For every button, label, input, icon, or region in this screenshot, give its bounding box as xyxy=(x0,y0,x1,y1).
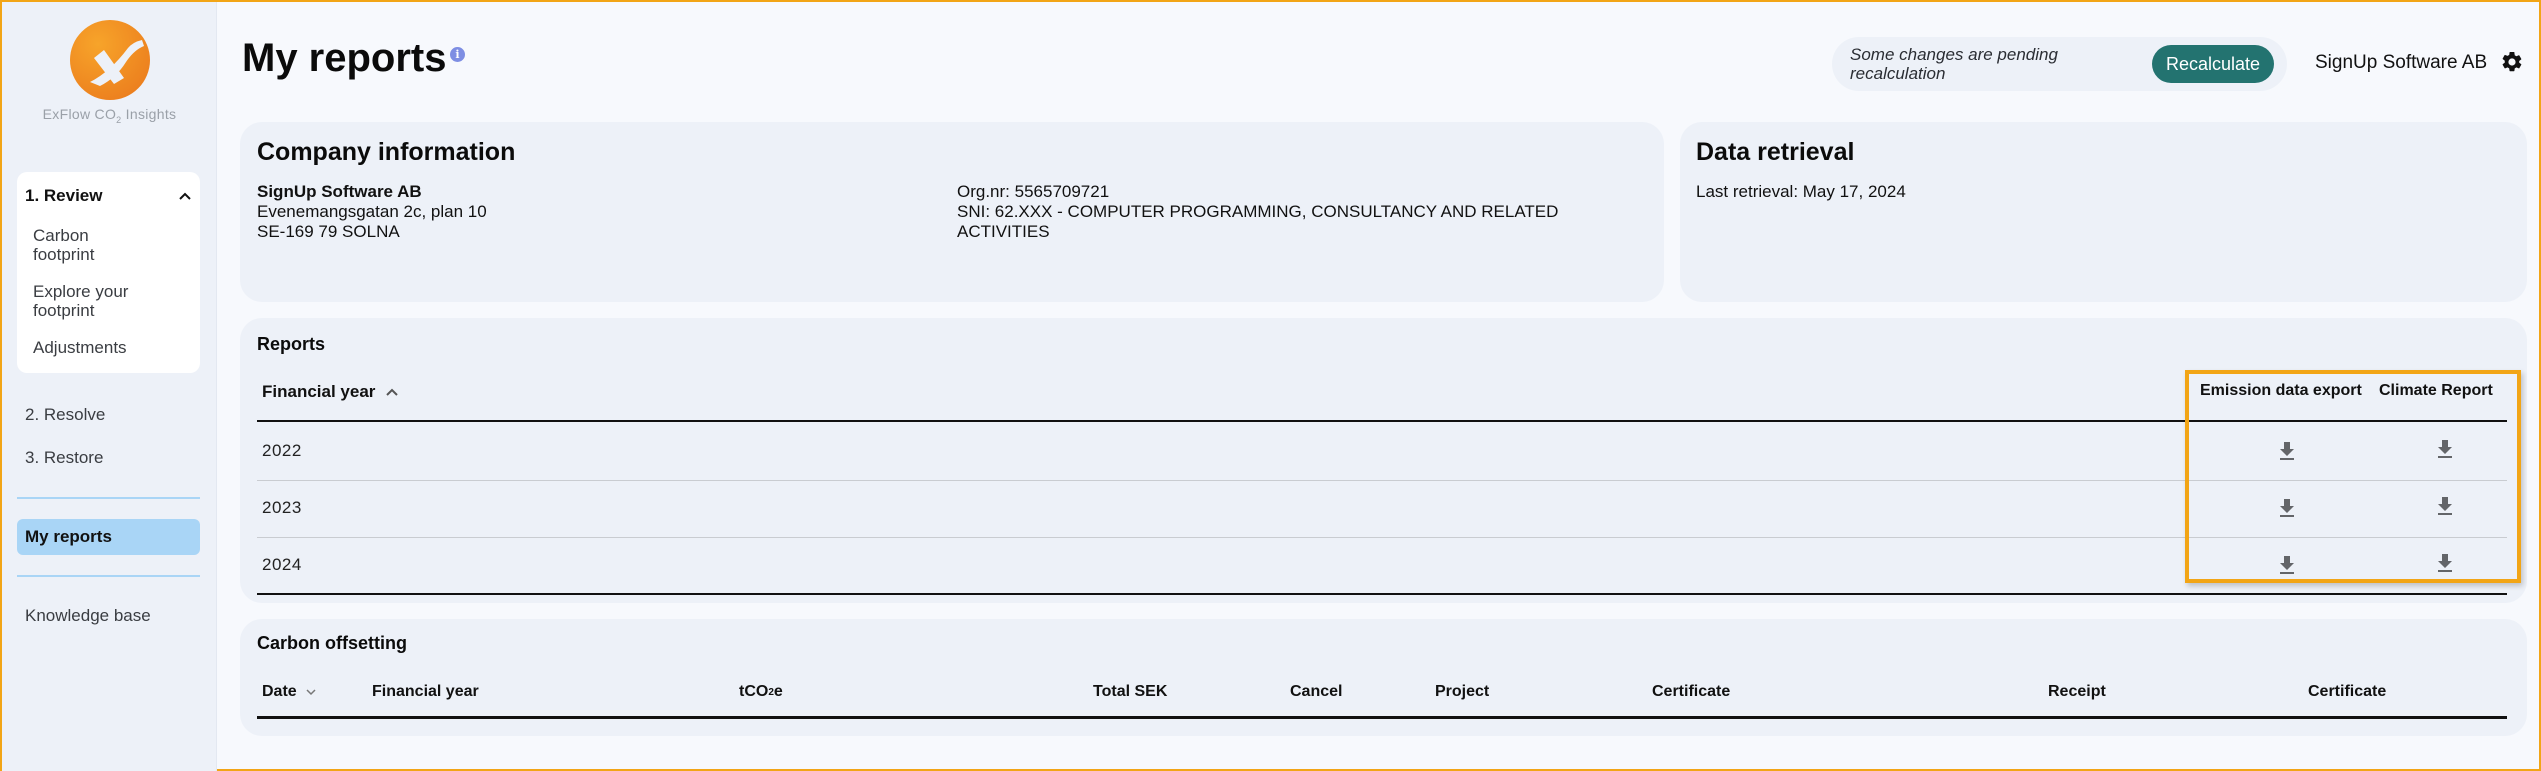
exflow-logo-icon xyxy=(69,20,150,100)
company-information-card: Company information SignUp Software AB E… xyxy=(240,122,1664,302)
chevron-up-icon xyxy=(179,192,191,200)
financial-year-cell: 2024 xyxy=(262,555,302,574)
address-line-2: SE-169 79 SOLNA xyxy=(257,222,400,241)
column-header-certificate: Certificate xyxy=(1652,683,1731,700)
data-retrieval-title: Data retrieval xyxy=(1696,138,1855,166)
download-icon[interactable] xyxy=(2277,554,2297,576)
column-header-project: Project xyxy=(1435,683,1490,700)
pending-recalculation-banner: Some changes are pending recalculation R… xyxy=(1832,37,2287,91)
financial-year-cell: 2022 xyxy=(262,441,302,460)
sidebar-item-carbon-footprint[interactable]: Carbon footprint xyxy=(25,220,135,270)
column-header-cancel: Cancel xyxy=(1290,683,1343,700)
page-title: My reports xyxy=(242,36,447,80)
nav-group-label: 1. Review xyxy=(25,186,103,205)
last-retrieval: Last retrieval: May 17, 2024 xyxy=(1696,182,1906,201)
nav-group-review-toggle[interactable]: 1. Review xyxy=(25,180,192,220)
column-header-financial-year: Financial year xyxy=(372,683,479,700)
download-icon[interactable] xyxy=(2277,497,2297,519)
download-icon[interactable] xyxy=(2277,440,2297,462)
org-number: Org.nr: 5565709721 xyxy=(957,182,1110,201)
column-header-climate-report: Climate Report xyxy=(2379,382,2493,399)
data-retrieval-card: Data retrieval Last retrieval: May 17, 2… xyxy=(1680,122,2527,302)
carbon-offsetting-table-header: Date Financial year tCO 2 e Total SEK Canc… xyxy=(257,683,2507,719)
nav-divider xyxy=(17,575,200,577)
company-information-title: Company information xyxy=(257,138,516,166)
company-name: SignUp Software AB xyxy=(257,182,422,201)
address-line-1: Evenemangsgatan 2c, plan 10 xyxy=(257,202,487,221)
carbon-offsetting-card: Carbon offsetting Date Financial year tC… xyxy=(240,619,2527,736)
table-row: 2023 xyxy=(257,481,2507,538)
sidebar-item-resolve[interactable]: 2. Resolve xyxy=(25,405,105,425)
column-header-label: Financial year xyxy=(262,382,376,401)
sidebar-item-knowledge-base[interactable]: Knowledge base xyxy=(25,606,151,626)
column-header-tco2e: tCO 2 e xyxy=(739,683,783,700)
gear-icon[interactable] xyxy=(2500,50,2524,74)
sidebar-item-restore[interactable]: 3. Restore xyxy=(25,448,103,468)
download-icon[interactable] xyxy=(2435,554,2455,576)
carbon-offsetting-title: Carbon offsetting xyxy=(257,633,407,653)
app-logo[interactable]: ExFlow CO2 Insights xyxy=(2,20,217,125)
company-registration: Org.nr: 5565709721 SNI: 62.XXX - COMPUTE… xyxy=(957,182,1617,242)
sidebar: ExFlow CO2 Insights 1. Review Carbon foo… xyxy=(2,2,217,771)
sni-code: SNI: 62.XXX - COMPUTER PROGRAMMING, CONS… xyxy=(957,202,1559,241)
pending-text: Some changes are pending recalculation xyxy=(1850,45,2058,83)
company-address: SignUp Software AB Evenemangsgatan 2c, p… xyxy=(257,182,487,242)
recalculate-button[interactable]: Recalculate xyxy=(2152,45,2274,83)
column-header-emission-data-export: Emission data export xyxy=(2200,382,2362,399)
table-row: 2022 xyxy=(257,424,2507,481)
nav-group-review: 1. Review Carbon footprint Explore your … xyxy=(17,172,200,373)
reports-card: Reports Financial year Emission data exp… xyxy=(240,318,2527,603)
app-name: ExFlow CO2 Insights xyxy=(42,106,177,125)
reports-table-header: Financial year Emission data export Clim… xyxy=(257,382,2507,422)
column-header-label: Date xyxy=(262,683,297,700)
company-selector[interactable]: SignUp Software AB xyxy=(2315,52,2487,74)
info-icon[interactable]: i xyxy=(450,47,465,62)
reports-title: Reports xyxy=(257,334,326,354)
nav-divider xyxy=(17,497,200,499)
download-icon[interactable] xyxy=(2435,440,2455,462)
sidebar-item-adjustments[interactable]: Adjustments xyxy=(25,332,192,363)
sort-ascending-icon xyxy=(386,388,399,396)
financial-year-cell: 2023 xyxy=(262,498,302,517)
sidebar-item-explore-footprint[interactable]: Explore your footprint xyxy=(25,276,155,326)
column-header-date[interactable]: Date xyxy=(262,683,317,701)
sort-descending-icon xyxy=(306,689,316,696)
column-header-financial-year[interactable]: Financial year xyxy=(262,382,399,402)
column-header-certificate-2: Certificate xyxy=(2308,683,2387,700)
column-header-total-sek: Total SEK xyxy=(1093,683,1168,700)
download-icon[interactable] xyxy=(2435,497,2455,519)
column-header-receipt: Receipt xyxy=(2048,683,2106,700)
table-row: 2024 xyxy=(257,538,2507,595)
sidebar-item-my-reports[interactable]: My reports xyxy=(17,519,200,555)
